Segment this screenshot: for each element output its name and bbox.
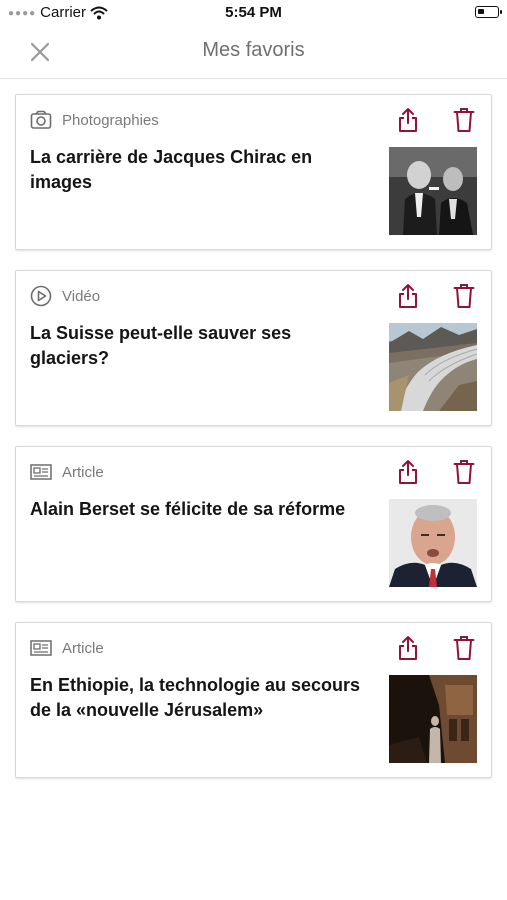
favorite-card[interactable]: Vidéo La Suisse peut-elle sauver ses gla… xyxy=(15,270,492,426)
favorite-card[interactable]: Article Alain Berset se félicite de sa r… xyxy=(15,446,492,602)
trash-icon[interactable] xyxy=(453,107,475,133)
share-icon[interactable] xyxy=(397,459,419,485)
category: Photographies xyxy=(30,109,159,131)
category: Article xyxy=(30,637,104,659)
card-actions xyxy=(397,635,475,661)
newspaper-icon xyxy=(30,640,52,656)
share-icon[interactable] xyxy=(397,107,419,133)
share-icon[interactable] xyxy=(397,283,419,309)
photo-glacier-thumbnail xyxy=(389,323,477,411)
trash-icon[interactable] xyxy=(453,459,475,485)
page-title: Mes favoris xyxy=(202,39,305,61)
status-time: 5:54 PM xyxy=(225,4,282,21)
article-thumbnail[interactable] xyxy=(389,675,477,763)
card-actions xyxy=(397,283,475,309)
article-title[interactable]: La Suisse peut-elle sauver ses glaciers? xyxy=(30,321,370,371)
photo-ethiopia-thumbnail xyxy=(389,675,477,763)
category-label: Article xyxy=(62,639,104,657)
play-circle-icon xyxy=(30,285,52,307)
category-label: Vidéo xyxy=(62,287,101,305)
article-title[interactable]: Alain Berset se félicite de sa réforme xyxy=(30,497,370,522)
category: Vidéo xyxy=(30,285,100,307)
article-title[interactable]: La carrière de Jacques Chirac en images xyxy=(30,145,370,195)
share-icon[interactable] xyxy=(397,635,419,661)
card-actions xyxy=(397,459,475,485)
newspaper-icon xyxy=(30,464,52,480)
camera-icon xyxy=(30,110,52,129)
trash-icon[interactable] xyxy=(453,283,475,309)
article-thumbnail[interactable] xyxy=(389,499,477,587)
category-label: Photographies xyxy=(62,111,159,129)
card-actions xyxy=(397,107,475,133)
category-label: Article xyxy=(62,463,104,481)
category: Article xyxy=(30,461,104,483)
photo-berset-thumbnail xyxy=(389,499,477,587)
nav-bar: Mes favoris xyxy=(0,26,507,79)
trash-icon[interactable] xyxy=(453,635,475,661)
photo-chirac-thumbnail xyxy=(389,147,477,235)
battery-icon xyxy=(475,6,502,18)
status-bar: ●●●● Carrier 5:54 PM xyxy=(0,0,507,26)
article-thumbnail[interactable] xyxy=(389,323,477,411)
favorite-card[interactable]: Article En Ethiopie, la technologie au s… xyxy=(15,622,492,778)
article-title[interactable]: En Ethiopie, la technologie au secours d… xyxy=(30,673,370,723)
favorites-list: Photographies La carrière de Jacques Chi… xyxy=(15,94,492,798)
article-thumbnail[interactable] xyxy=(389,147,477,235)
favorite-card[interactable]: Photographies La carrière de Jacques Chi… xyxy=(15,94,492,250)
